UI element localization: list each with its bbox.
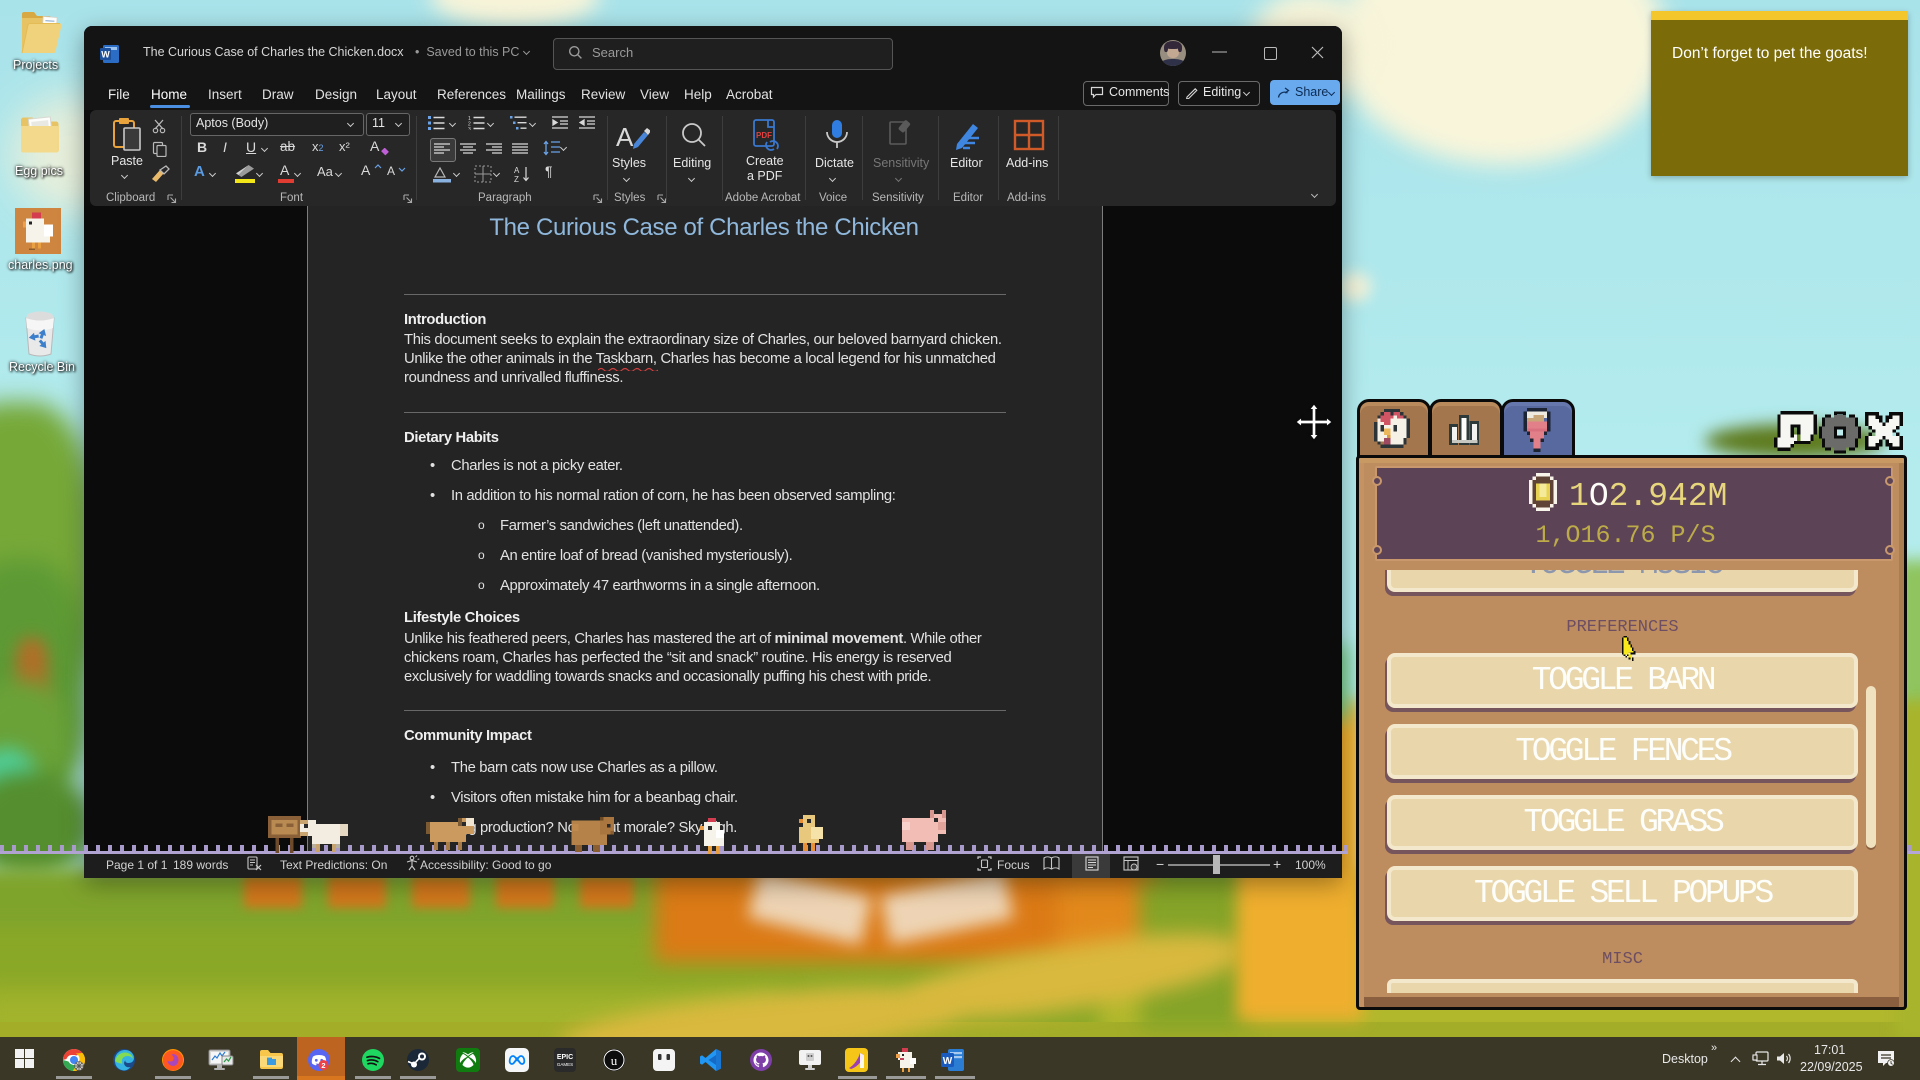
svg-text:GAMES: GAMES — [557, 1062, 573, 1067]
svg-text:EPIC: EPIC — [557, 1054, 573, 1061]
svg-text:3: 3 — [468, 127, 471, 130]
svg-text:A: A — [514, 166, 520, 175]
svg-text:2: 2 — [321, 1061, 325, 1070]
svg-text:u: u — [611, 1053, 618, 1068]
svg-text:Z: Z — [514, 175, 519, 183]
svg-text:A: A — [616, 122, 634, 152]
svg-text:W: W — [101, 50, 110, 60]
svg-text:W: W — [943, 1056, 953, 1067]
svg-text:PDF: PDF — [756, 131, 772, 140]
